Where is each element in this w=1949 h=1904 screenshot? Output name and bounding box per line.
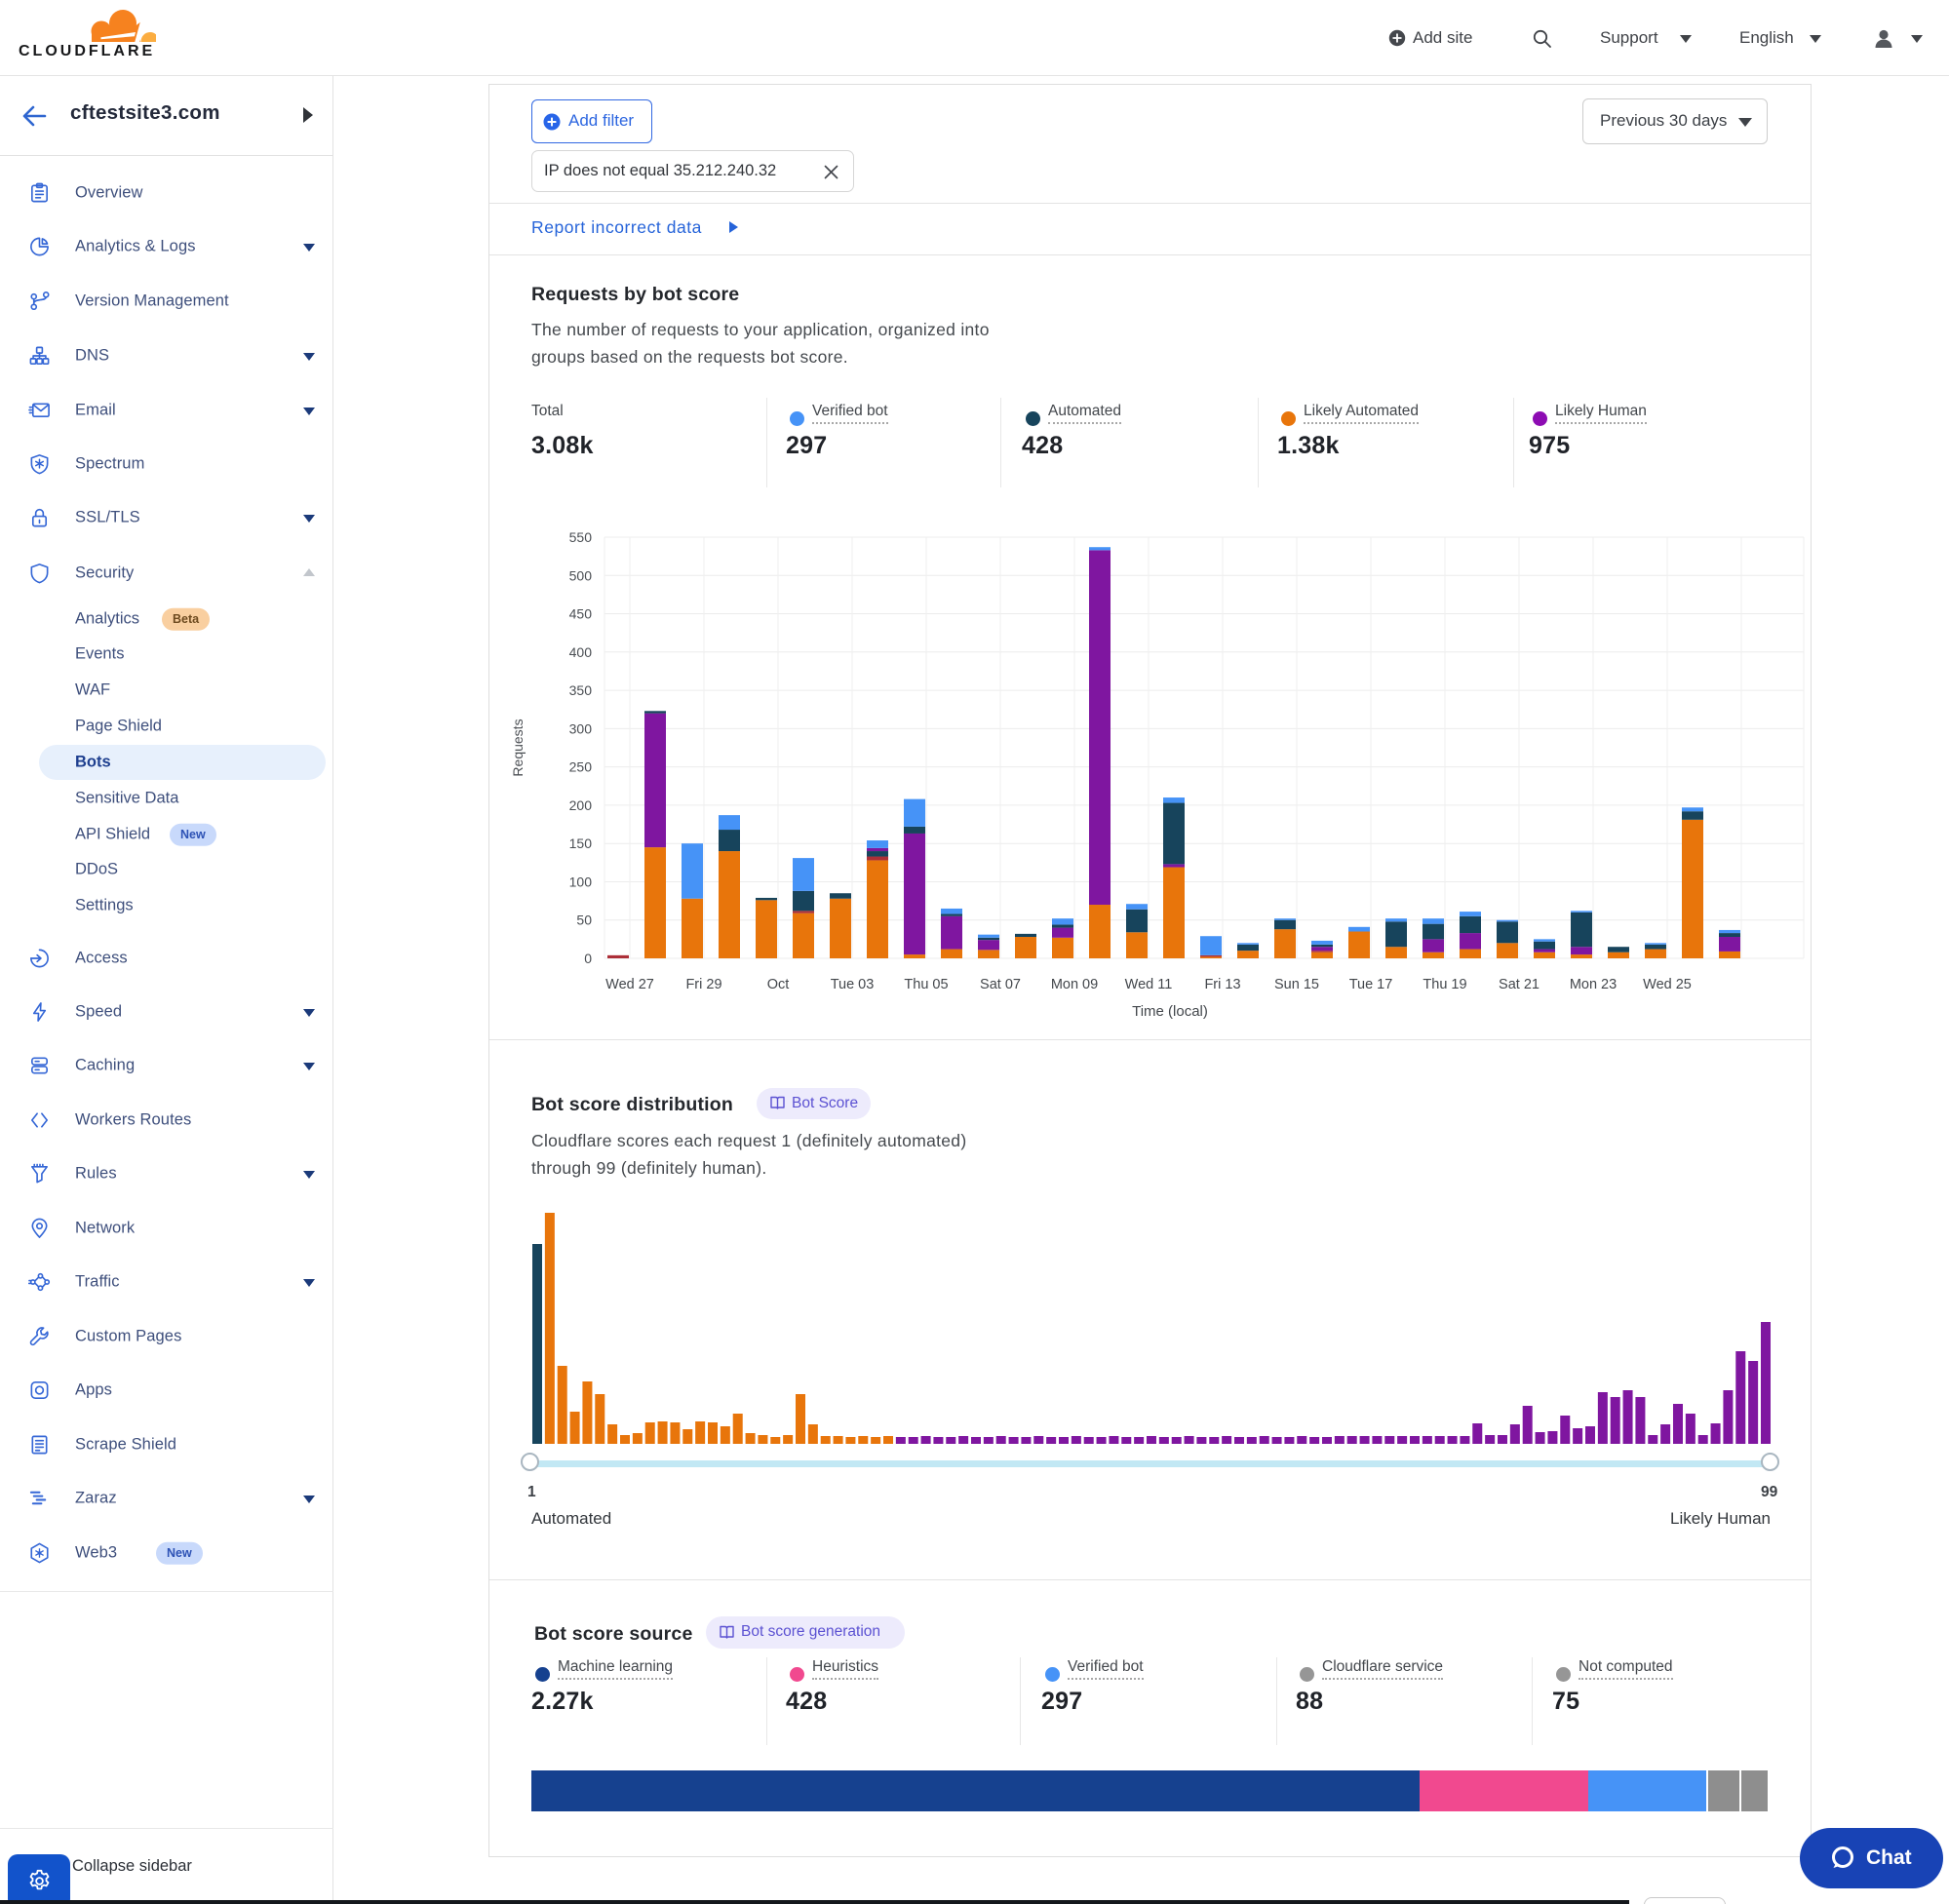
svg-text:Sat 07: Sat 07 bbox=[980, 977, 1021, 992]
svg-text:Time (local): Time (local) bbox=[1132, 1003, 1208, 1020]
svg-text:0: 0 bbox=[584, 951, 592, 966]
svg-text:200: 200 bbox=[569, 797, 593, 813]
svg-text:Mon 09: Mon 09 bbox=[1051, 977, 1098, 992]
svg-text:Thu 19: Thu 19 bbox=[1423, 977, 1466, 992]
svg-text:Tue 03: Tue 03 bbox=[831, 977, 875, 992]
svg-text:50: 50 bbox=[576, 913, 592, 928]
svg-text:Oct: Oct bbox=[767, 977, 790, 992]
svg-text:100: 100 bbox=[569, 874, 593, 890]
svg-text:Mon 23: Mon 23 bbox=[1570, 977, 1617, 992]
svg-text:Wed 27: Wed 27 bbox=[605, 977, 654, 992]
svg-text:Wed 11: Wed 11 bbox=[1125, 977, 1173, 992]
svg-text:Fri 13: Fri 13 bbox=[1204, 977, 1240, 992]
svg-text:350: 350 bbox=[569, 682, 593, 698]
svg-text:450: 450 bbox=[569, 606, 593, 622]
svg-text:400: 400 bbox=[569, 644, 593, 660]
svg-text:Sun 15: Sun 15 bbox=[1274, 977, 1319, 992]
svg-text:300: 300 bbox=[569, 720, 593, 736]
svg-text:Sat 21: Sat 21 bbox=[1499, 977, 1540, 992]
svg-text:Requests: Requests bbox=[510, 719, 526, 776]
svg-text:500: 500 bbox=[569, 567, 593, 583]
svg-text:Fri 29: Fri 29 bbox=[685, 977, 721, 992]
svg-text:Tue 17: Tue 17 bbox=[1349, 977, 1393, 992]
svg-text:250: 250 bbox=[569, 759, 593, 775]
svg-text:Thu 05: Thu 05 bbox=[904, 977, 948, 992]
svg-text:150: 150 bbox=[569, 835, 593, 851]
svg-text:Wed 25: Wed 25 bbox=[1643, 977, 1692, 992]
svg-text:550: 550 bbox=[569, 529, 593, 545]
